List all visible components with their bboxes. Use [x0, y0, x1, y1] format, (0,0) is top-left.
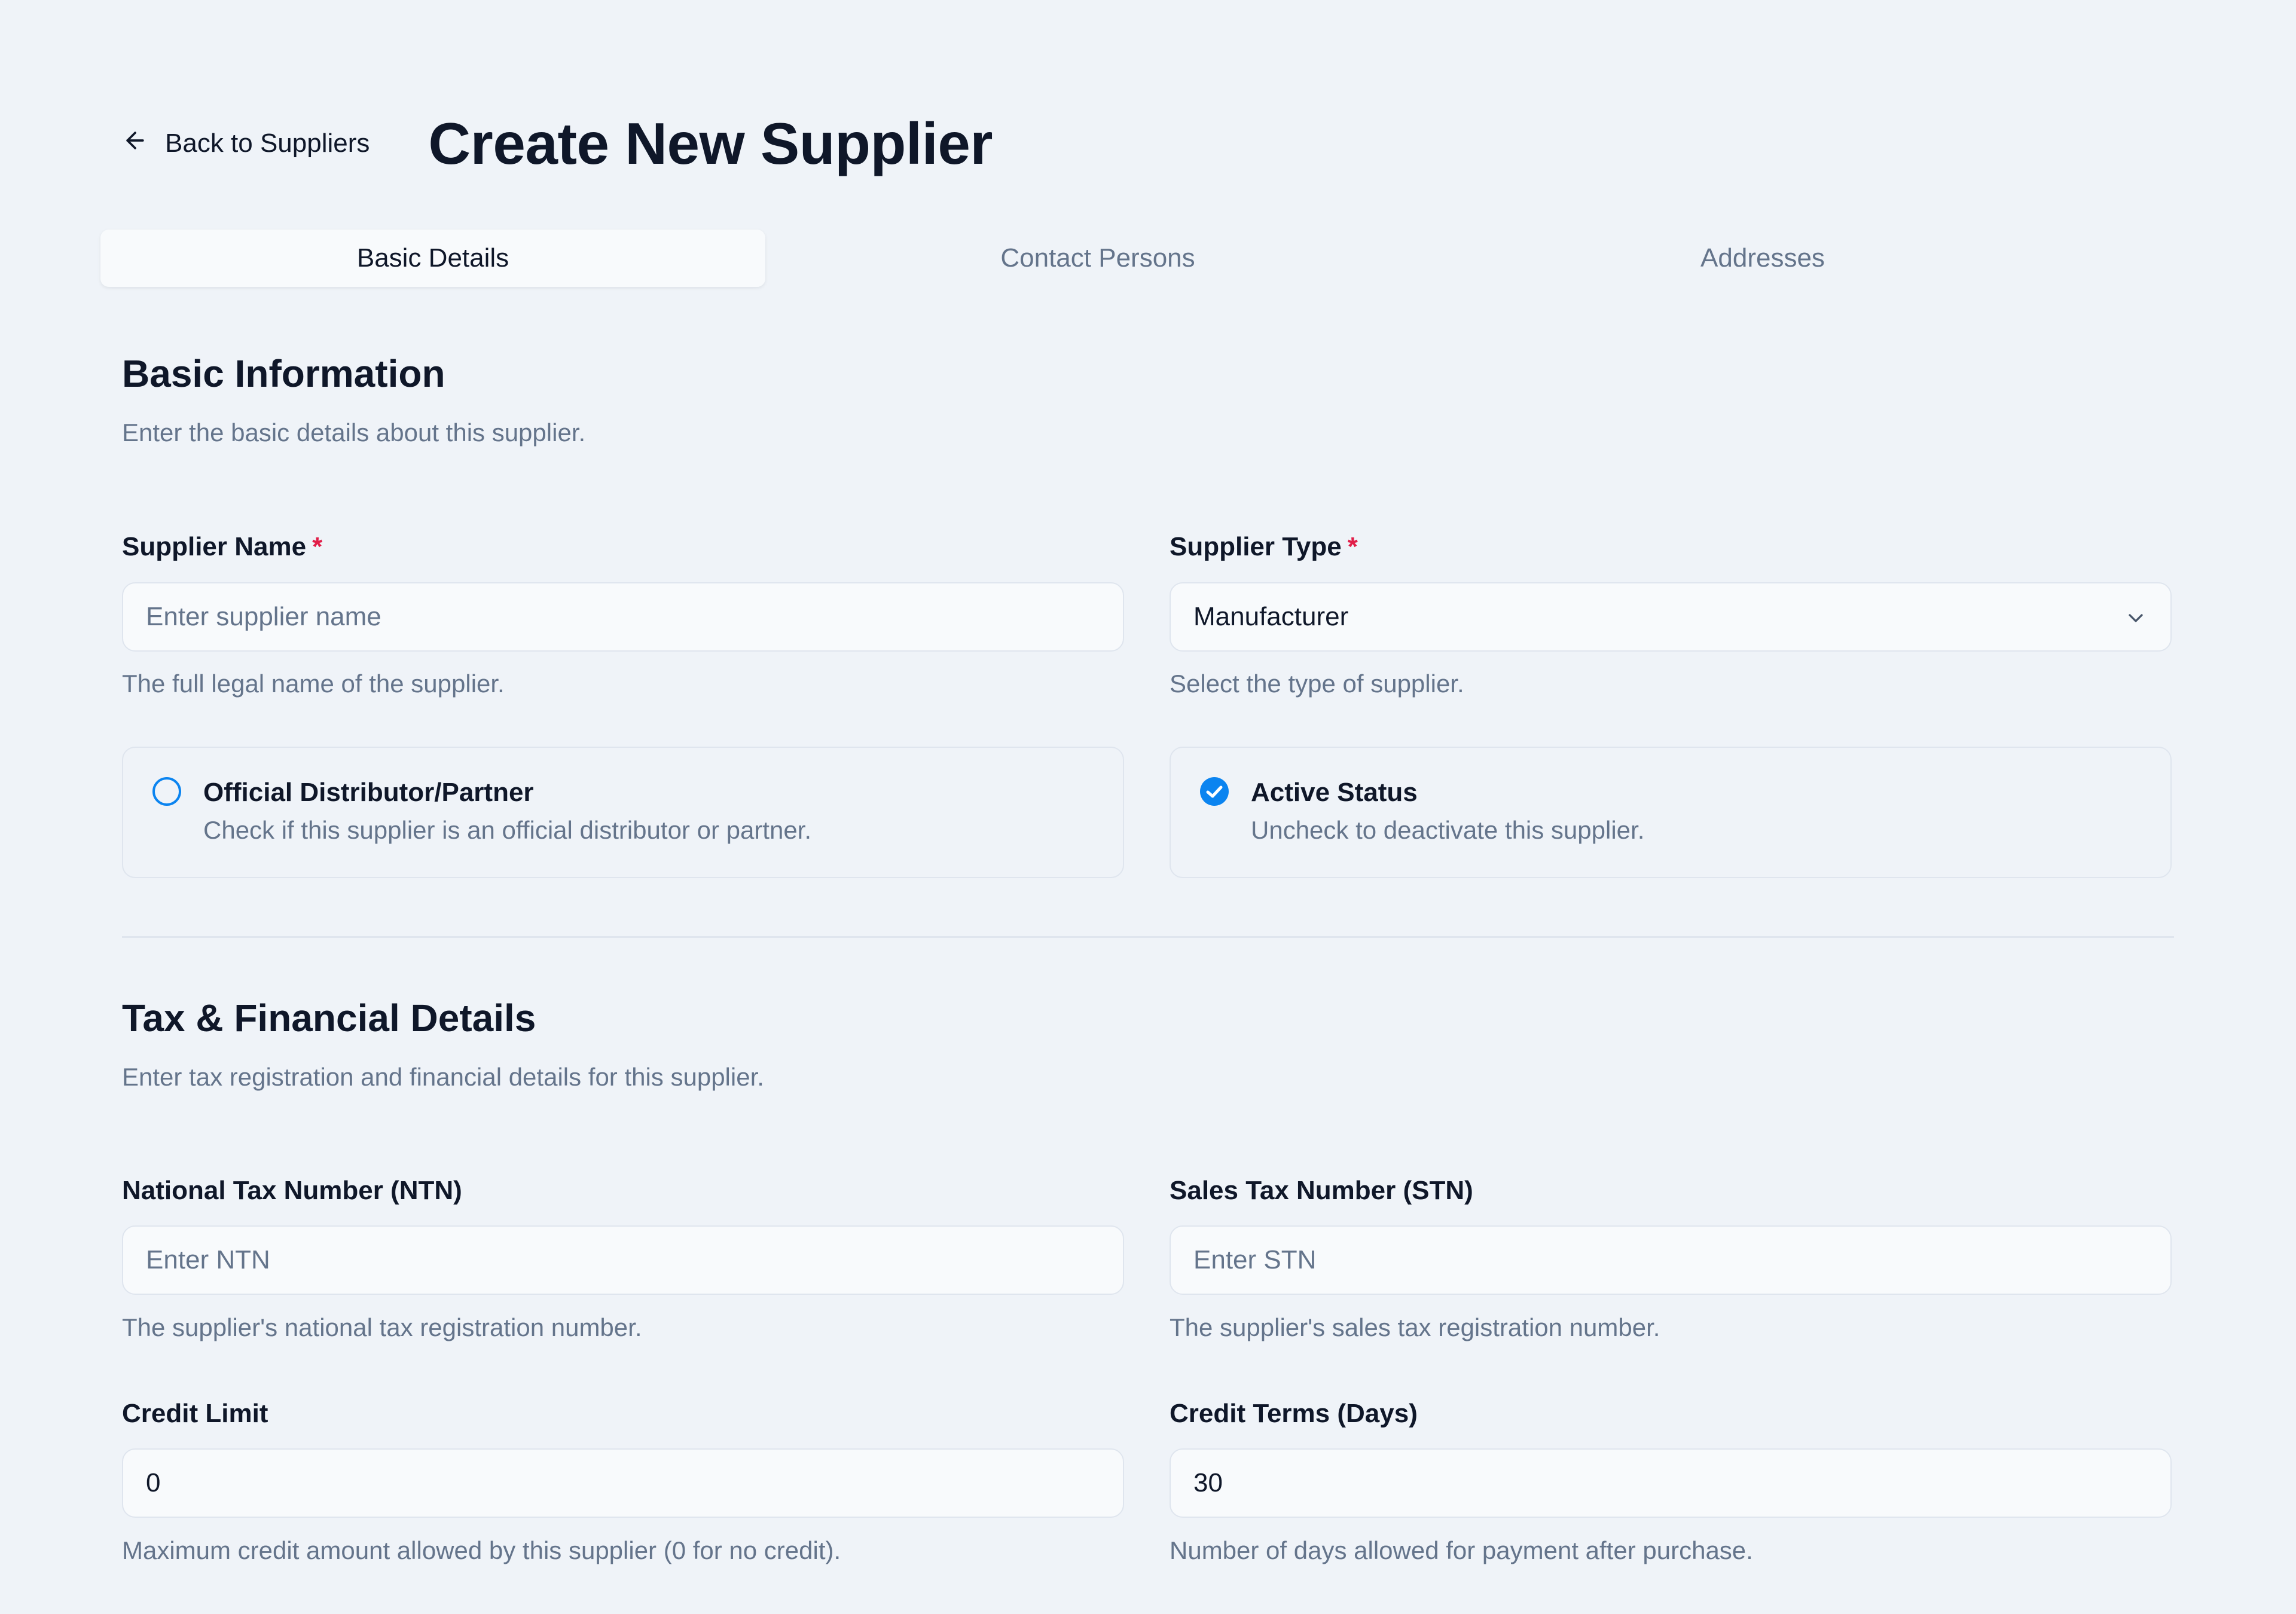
page-title: Create New Supplier — [428, 110, 993, 176]
credit-limit-value: 0 — [146, 1468, 161, 1497]
official-distributor-description: Check if this supplier is an official di… — [203, 816, 812, 844]
active-status-title: Active Status — [1251, 778, 1418, 807]
credit-limit-help: Maximum credit amount allowed by this su… — [122, 1536, 841, 1564]
ntn-label: National Tax Number (NTN) — [122, 1176, 462, 1205]
credit-terms-label: Credit Terms (Days) — [1170, 1399, 1418, 1428]
official-distributor-title: Official Distributor/Partner — [203, 778, 534, 807]
supplier-type-label: Supplier Type * — [1170, 532, 1358, 561]
supplier-name-input[interactable]: Enter supplier name — [122, 582, 1124, 652]
credit-terms-value: 30 — [1193, 1468, 1223, 1497]
supplier-type-select[interactable]: Manufacturer — [1170, 582, 2172, 652]
basic-info-title: Basic Information — [122, 352, 445, 395]
supplier-name-help: The full legal name of the supplier. — [122, 670, 505, 698]
check-circle-icon[interactable] — [1199, 777, 1229, 806]
credit-terms-input[interactable]: 30 — [1170, 1448, 2172, 1518]
arrow-left-icon — [122, 127, 148, 160]
active-status-checkbox-card[interactable]: Active Status Uncheck to deactivate this… — [1170, 747, 2172, 878]
ntn-placeholder: Enter NTN — [146, 1245, 270, 1274]
back-link-label: Back to Suppliers — [165, 129, 370, 158]
active-status-description: Uncheck to deactivate this supplier. — [1251, 816, 1645, 844]
tab-addresses[interactable]: Addresses — [1430, 230, 2095, 287]
stn-label: Sales Tax Number (STN) — [1170, 1176, 1473, 1205]
section-divider — [122, 936, 2174, 938]
radio-unchecked-icon[interactable] — [152, 777, 182, 806]
stn-input[interactable]: Enter STN — [1170, 1225, 2172, 1295]
required-marker: * — [1347, 532, 1358, 561]
credit-terms-help: Number of days allowed for payment after… — [1170, 1536, 1753, 1564]
tab-bar: Basic Details Contact Persons Addresses — [100, 230, 2095, 287]
credit-limit-label: Credit Limit — [122, 1399, 268, 1428]
ntn-help: The supplier's national tax registration… — [122, 1313, 642, 1341]
supplier-name-placeholder: Enter supplier name — [146, 602, 381, 631]
tax-financial-title: Tax & Financial Details — [122, 996, 536, 1040]
create-supplier-page: Back to Suppliers Create New Supplier Ba… — [0, 0, 2296, 1614]
stn-placeholder: Enter STN — [1193, 1245, 1317, 1274]
chevron-down-icon — [2124, 606, 2148, 630]
official-distributor-checkbox-card[interactable]: Official Distributor/Partner Check if th… — [122, 747, 1124, 878]
basic-info-description: Enter the basic details about this suppl… — [122, 418, 586, 447]
supplier-name-label: Supplier Name * — [122, 532, 323, 561]
stn-help: The supplier's sales tax registration nu… — [1170, 1313, 1660, 1341]
credit-limit-input[interactable]: 0 — [122, 1448, 1124, 1518]
supplier-type-help: Select the type of supplier. — [1170, 670, 1464, 698]
page-header: Back to Suppliers Create New Supplier — [122, 108, 993, 179]
tab-contact-persons[interactable]: Contact Persons — [765, 230, 1430, 287]
required-marker: * — [312, 532, 323, 561]
back-to-suppliers-link[interactable]: Back to Suppliers — [122, 127, 370, 160]
ntn-input[interactable]: Enter NTN — [122, 1225, 1124, 1295]
supplier-type-selected-value: Manufacturer — [1193, 602, 1349, 631]
tab-basic-details[interactable]: Basic Details — [100, 230, 765, 287]
tax-financial-description: Enter tax registration and financial det… — [122, 1063, 764, 1091]
